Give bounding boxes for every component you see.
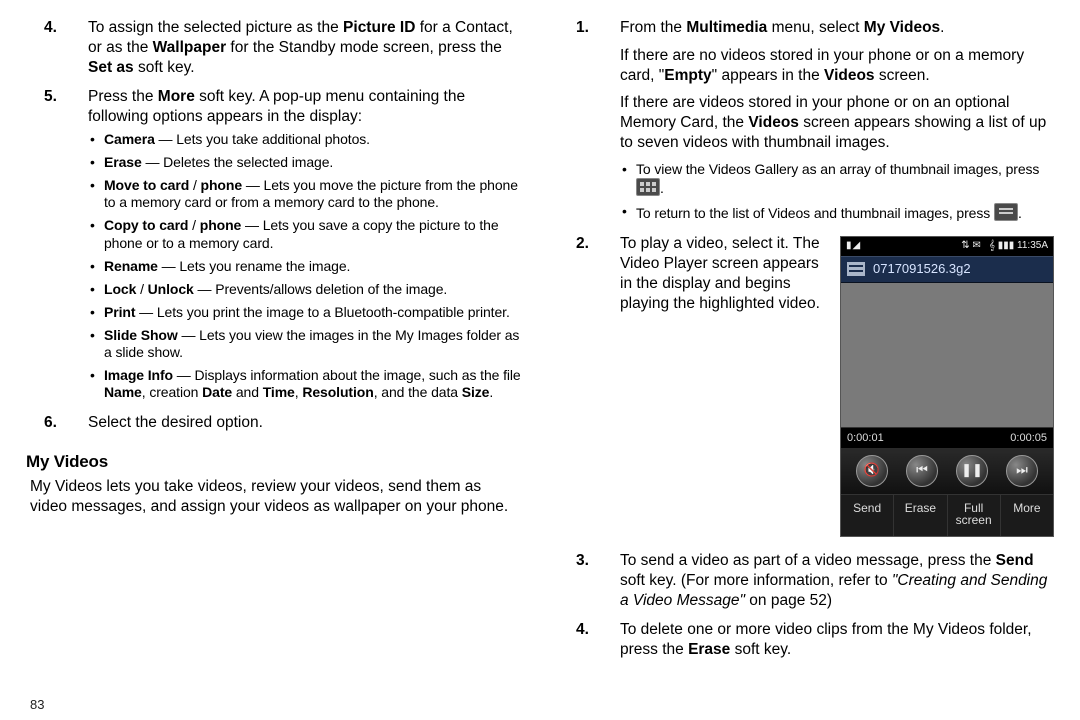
step-number: 1. — [558, 18, 620, 228]
step-body: ▮◢ ⇅ ✉ 𝄞 ▮▮▮ 11:35A 0717091526.3g2 0:00:0… — [620, 234, 1054, 545]
option-item: Copy to card / phone — Lets you save a c… — [88, 217, 522, 251]
section-heading-my-videos: My Videos — [26, 451, 522, 473]
option-item: Rename — Lets you rename the image. — [88, 258, 522, 275]
step-number: 6. — [26, 413, 88, 437]
softkey-send[interactable]: Send — [841, 495, 894, 536]
list-item: 4.To delete one or more video clips from… — [558, 620, 1054, 664]
list-icon — [847, 262, 865, 276]
list-item: 6.Select the desired option. — [26, 413, 522, 437]
step-body: Press the More soft key. A pop-up menu c… — [88, 87, 522, 407]
softkey-full[interactable]: Fullscreen — [948, 495, 1001, 536]
softkey-erase[interactable]: Erase — [894, 495, 947, 536]
option-item: Slide Show — Lets you view the images in… — [88, 327, 522, 361]
step-body: To delete one or more video clips from t… — [620, 620, 1054, 664]
right-column: 1.From the Multimedia menu, select My Vi… — [558, 18, 1054, 688]
list-item: 3.To send a video as part of a video mes… — [558, 551, 1054, 614]
step-number: 2. — [558, 234, 620, 545]
option-item: Lock / Unlock — Prevents/allows deletion… — [88, 281, 522, 298]
grid-view-icon — [636, 178, 660, 196]
clock: 11:35A — [1017, 240, 1048, 251]
option-item: Image Info — Displays information about … — [88, 367, 522, 401]
option-item: Print — Lets you print the image to a Bl… — [88, 304, 522, 321]
instruction-item: To view the Videos Gallery as an array o… — [620, 161, 1054, 197]
video-viewport — [841, 283, 1053, 427]
step-number: 4. — [558, 620, 620, 664]
total-time: 0:00:05 — [1010, 431, 1047, 445]
mute-icon[interactable]: 🔇 — [856, 455, 888, 487]
step-number: 3. — [558, 551, 620, 614]
step-body: Select the desired option. — [88, 413, 522, 437]
step-number: 4. — [26, 18, 88, 81]
step-body: To send a video as part of a video messa… — [620, 551, 1054, 614]
instruction-item: To return to the list of Videos and thum… — [620, 203, 1054, 222]
my-videos-intro: My Videos lets you take videos, review y… — [30, 477, 522, 517]
option-item: Camera — Lets you take additional photos… — [88, 131, 522, 148]
step-number: 5. — [26, 87, 88, 407]
left-column: 4.To assign the selected picture as the … — [26, 18, 522, 688]
status-icons: ⇅ ✉ 𝄞 ▮▮▮ 11:35A — [961, 240, 1048, 253]
list-item: 4.To assign the selected picture as the … — [26, 18, 522, 81]
prev-icon[interactable]: ⏮ — [906, 455, 938, 487]
elapsed-time: 0:00:01 — [847, 431, 884, 445]
list-item: 2. ▮◢ ⇅ ✉ 𝄞 ▮▮▮ 11:35A 0717091526.3g2 0:00… — [558, 234, 1054, 545]
option-item: Move to card / phone — Lets you move the… — [88, 177, 522, 211]
next-icon[interactable]: ⏭ — [1006, 455, 1038, 487]
pause-icon[interactable]: ❚❚ — [956, 455, 988, 487]
softkey-more[interactable]: More — [1001, 495, 1053, 536]
step-body: From the Multimedia menu, select My Vide… — [620, 18, 1054, 228]
video-filename: 0717091526.3g2 — [873, 261, 971, 278]
list-item: 1.From the Multimedia menu, select My Vi… — [558, 18, 1054, 228]
list-view-icon — [994, 203, 1018, 221]
signal-icon: ▮◢ — [846, 240, 861, 253]
option-item: Erase — Deletes the selected image. — [88, 154, 522, 171]
page-number: 83 — [30, 697, 44, 712]
step-body: To assign the selected picture as the Pi… — [88, 18, 522, 81]
video-player-screenshot: ▮◢ ⇅ ✉ 𝄞 ▮▮▮ 11:35A 0717091526.3g2 0:00:0… — [840, 236, 1054, 537]
list-item: 5.Press the More soft key. A pop-up menu… — [26, 87, 522, 407]
